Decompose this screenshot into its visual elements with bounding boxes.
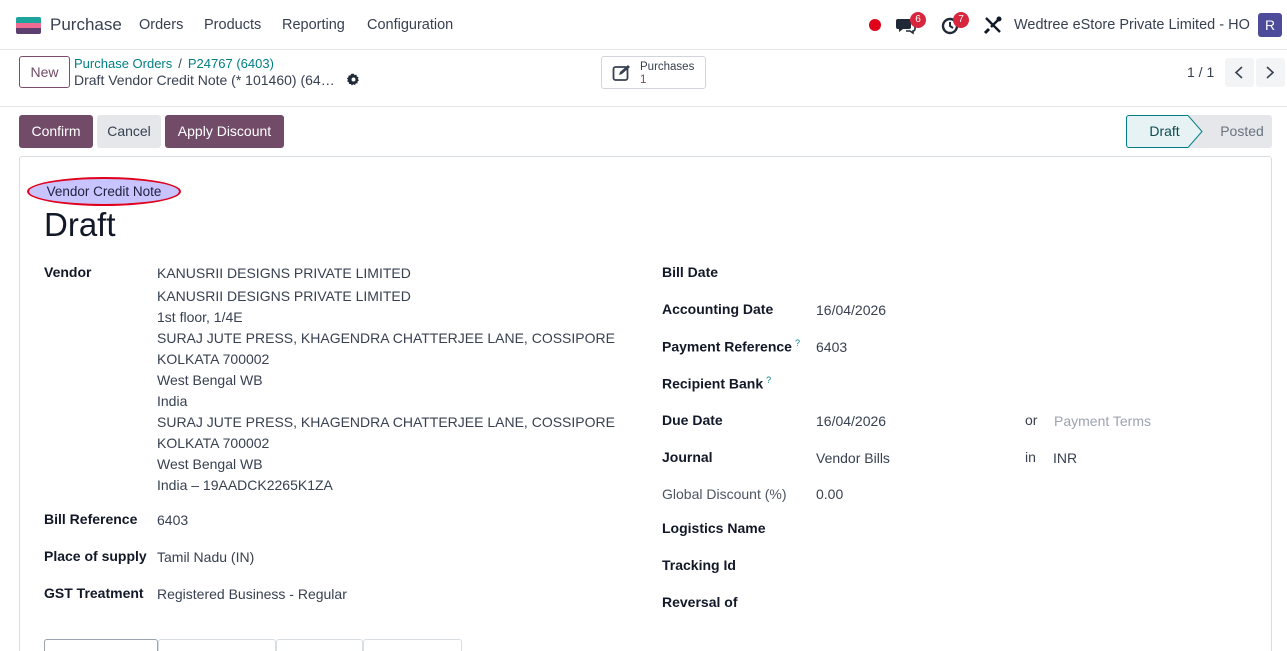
new-button[interactable]: New bbox=[19, 56, 70, 88]
pager-next-button[interactable] bbox=[1256, 58, 1285, 87]
app-name[interactable]: Purchase bbox=[50, 15, 122, 35]
currency-field[interactable]: INR bbox=[1053, 450, 1077, 466]
apply-discount-button[interactable]: Apply Discount bbox=[165, 115, 284, 148]
cancel-button[interactable]: Cancel bbox=[97, 115, 161, 148]
accounting-date-field[interactable]: 16/04/2026 bbox=[816, 302, 886, 318]
vendor-address-line: SURAJ JUTE PRESS, KHAGENDRA CHATTERJEE L… bbox=[157, 414, 615, 430]
vendor-label: Vendor bbox=[44, 264, 92, 280]
vendor-address-line: India bbox=[157, 393, 188, 409]
menu-products[interactable]: Products bbox=[204, 17, 261, 33]
record-title: Draft Vendor Credit Note (* 101460) (64… bbox=[74, 72, 335, 88]
gst-treatment-field[interactable]: Registered Business - Regular bbox=[157, 586, 347, 602]
vendor-address-line: West Bengal WB bbox=[157, 372, 263, 388]
gst-treatment-label: GST Treatment bbox=[44, 585, 144, 601]
vendor-address-line: West Bengal WB bbox=[157, 456, 263, 472]
status-bar: Posted Draft bbox=[1126, 115, 1272, 148]
status-posted[interactable]: Posted bbox=[1202, 115, 1272, 148]
status-arrow-icon bbox=[1188, 115, 1203, 148]
place-of-supply-field[interactable]: Tamil Nadu (IN) bbox=[157, 549, 254, 565]
bill-date-label: Bill Date bbox=[662, 264, 719, 280]
vendor-address-line: KANUSRII DESIGNS PRIVATE LIMITED bbox=[157, 288, 411, 304]
vendor-address-line: KOLKATA 700002 bbox=[157, 351, 270, 367]
payment-reference-field[interactable]: 6403 bbox=[816, 339, 847, 355]
vendor-field[interactable]: KANUSRII DESIGNS PRIVATE LIMITED bbox=[157, 265, 411, 281]
or-separator: or bbox=[1025, 412, 1038, 428]
payment-terms-input[interactable]: Payment Terms bbox=[1054, 413, 1151, 429]
recipient-bank-label-text: Recipient Bank bbox=[662, 375, 764, 392]
chevron-left-icon bbox=[1234, 66, 1243, 79]
recipient-bank-label: Recipient Bank? bbox=[662, 375, 771, 392]
vendor-address-line: SURAJ JUTE PRESS, KHAGENDRA CHATTERJEE L… bbox=[157, 330, 615, 346]
in-separator: in bbox=[1025, 449, 1036, 465]
payment-reference-label: Payment Reference? bbox=[662, 338, 800, 355]
breadcrumb-separator: / bbox=[178, 56, 182, 71]
global-discount-field[interactable]: 0.00 bbox=[816, 486, 843, 502]
smart-button-count: 1 bbox=[640, 74, 647, 86]
due-date-field[interactable]: 16/04/2026 bbox=[816, 413, 886, 429]
activities-badge: 7 bbox=[953, 12, 969, 28]
bill-reference-field[interactable]: 6403 bbox=[157, 512, 188, 528]
breadcrumb-purchase-orders[interactable]: Purchase Orders bbox=[74, 56, 172, 71]
action-bar: Confirm Cancel Apply Discount Posted Dra… bbox=[0, 107, 1287, 156]
logistics-name-label: Logistics Name bbox=[662, 520, 766, 536]
status-dot-icon[interactable] bbox=[869, 19, 881, 31]
menu-configuration[interactable]: Configuration bbox=[367, 17, 453, 33]
payment-reference-label-text: Payment Reference bbox=[662, 338, 792, 355]
move-type-badge: Vendor Credit Note bbox=[27, 177, 181, 206]
notebook-tab[interactable] bbox=[44, 639, 158, 651]
vendor-address-line: India – 19AADCK2265K1ZA bbox=[157, 477, 333, 493]
document-title: Draft bbox=[44, 206, 116, 243]
help-icon[interactable]: ? bbox=[795, 338, 800, 348]
company-switcher[interactable]: Wedtree eStore Private Limited - HO bbox=[1014, 17, 1250, 33]
chevron-right-icon bbox=[1266, 66, 1275, 79]
vendor-address-line: KOLKATA 700002 bbox=[157, 435, 270, 451]
confirm-button[interactable]: Confirm bbox=[19, 115, 93, 148]
top-navbar: Purchase Orders Products Reporting Confi… bbox=[0, 0, 1287, 50]
pager-value[interactable]: 1 / 1 bbox=[1187, 64, 1214, 80]
journal-field[interactable]: Vendor Bills bbox=[816, 450, 890, 466]
vendor-address-line: 1st floor, 1/4E bbox=[157, 309, 243, 325]
reversal-of-label: Reversal of bbox=[662, 594, 738, 610]
menu-orders[interactable]: Orders bbox=[139, 17, 183, 33]
help-icon[interactable]: ? bbox=[766, 375, 771, 385]
form-sheet bbox=[19, 156, 1272, 651]
breadcrumb-order[interactable]: P24767 (6403) bbox=[188, 56, 274, 71]
breadcrumb: Purchase Orders / P24767 (6403) bbox=[74, 56, 274, 71]
place-of-supply-label: Place of supply bbox=[44, 548, 147, 564]
journal-label: Journal bbox=[662, 449, 713, 465]
bill-reference-label: Bill Reference bbox=[44, 511, 138, 527]
tools-icon[interactable] bbox=[982, 14, 1004, 36]
notebook-tab[interactable] bbox=[158, 639, 276, 651]
edit-document-icon bbox=[612, 65, 630, 81]
purchase-app-icon[interactable] bbox=[16, 17, 41, 34]
gear-icon[interactable] bbox=[347, 73, 360, 86]
global-discount-label: Global Discount (%) bbox=[662, 486, 787, 502]
pager-previous-button[interactable] bbox=[1225, 58, 1254, 87]
user-avatar[interactable]: R bbox=[1258, 13, 1282, 37]
due-date-label: Due Date bbox=[662, 412, 723, 428]
accounting-date-label: Accounting Date bbox=[662, 301, 774, 317]
notebook-tab[interactable] bbox=[363, 639, 462, 651]
menu-reporting[interactable]: Reporting bbox=[282, 17, 345, 33]
messages-badge: 6 bbox=[910, 12, 926, 28]
smart-button-label: Purchases bbox=[640, 61, 695, 73]
tracking-id-label: Tracking Id bbox=[662, 557, 736, 573]
purchases-smart-button[interactable]: Purchases 1 bbox=[601, 56, 706, 89]
notebook-tab[interactable] bbox=[276, 639, 363, 651]
control-panel: New Purchase Orders / P24767 (6403) Draft … bbox=[0, 50, 1287, 107]
